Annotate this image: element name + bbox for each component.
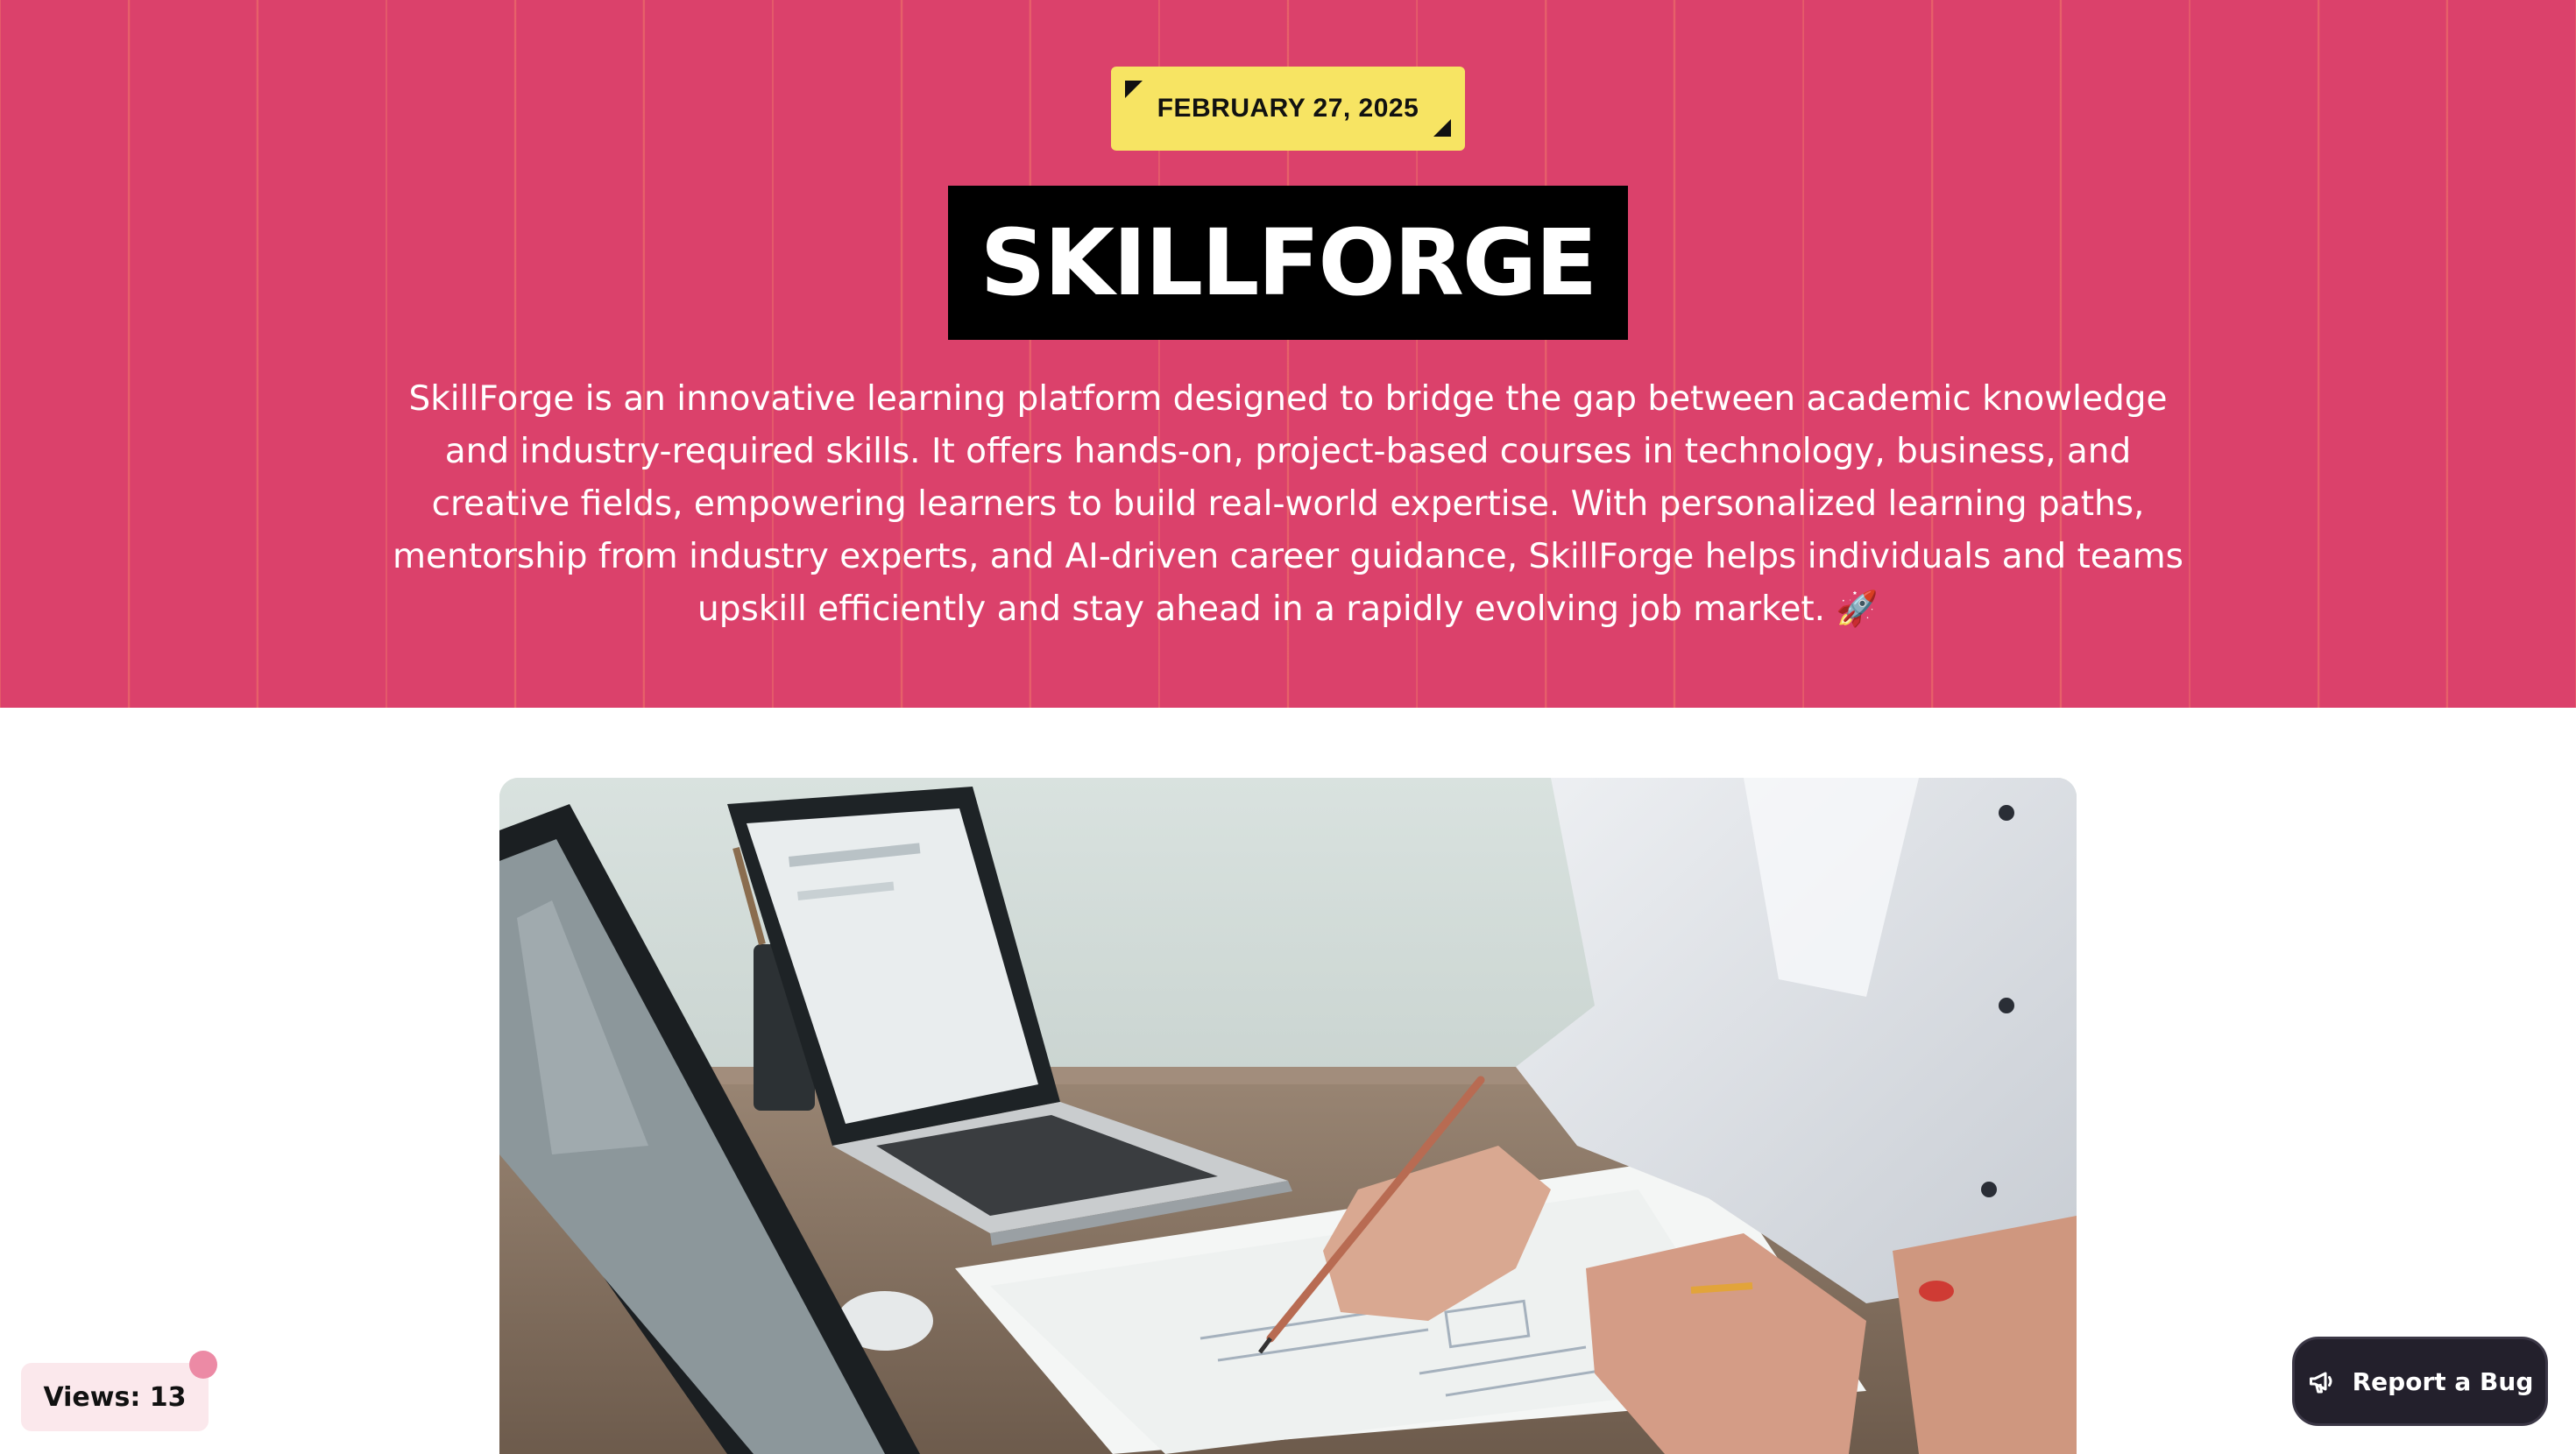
hero-banner: FEBRUARY 27, 2025 SKILLFORGE SkillForge …: [0, 0, 2576, 708]
laptop-workspace-image: [499, 778, 2077, 1454]
title-box: SKILLFORGE: [948, 186, 1628, 340]
corner-decoration-bottom-right: [1433, 119, 1451, 137]
notification-dot: [189, 1351, 217, 1379]
page-description: SkillForge is an innovative learning pla…: [393, 379, 2183, 629]
date-badge: FEBRUARY 27, 2025: [1111, 67, 1465, 151]
views-label: Views: 13: [43, 1381, 187, 1413]
post-date: FEBRUARY 27, 2025: [1157, 94, 1419, 123]
corner-decoration-top-left: [1125, 81, 1143, 98]
views-counter: Views: 13: [21, 1363, 209, 1431]
report-bug-label: Report a Bug: [2352, 1366, 2534, 1396]
report-bug-button[interactable]: Report a Bug: [2292, 1337, 2548, 1426]
megaphone-icon: [2309, 1372, 2332, 1394]
hero-photo: [499, 778, 2077, 1454]
page: FEBRUARY 27, 2025 SKILLFORGE SkillForge …: [0, 0, 2576, 1454]
page-title: SKILLFORGE: [980, 209, 1598, 316]
